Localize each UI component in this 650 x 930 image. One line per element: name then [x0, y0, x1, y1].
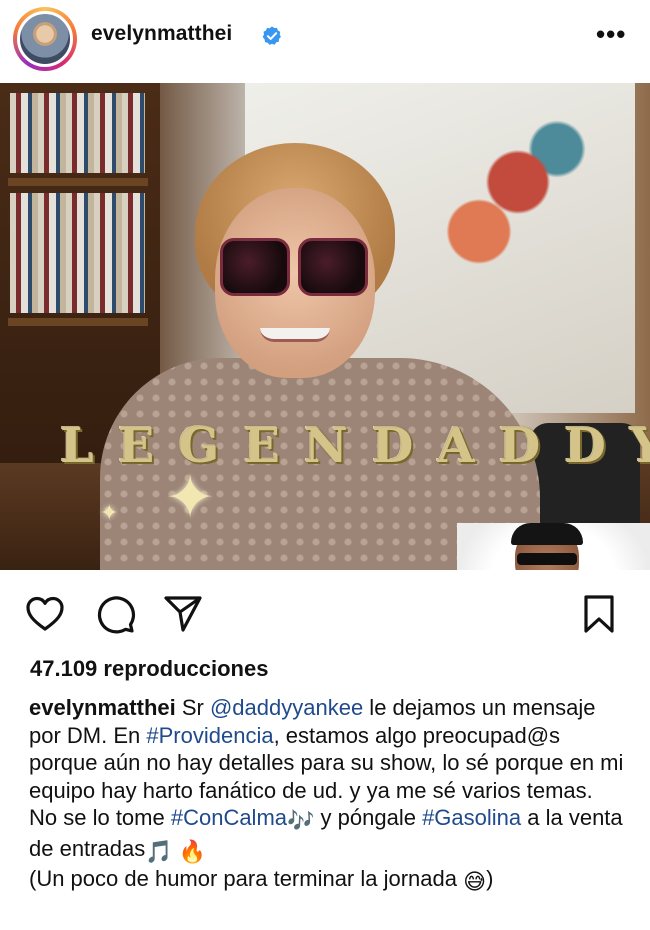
legendaddy-overlay-text: LEGENDADDY [60, 418, 650, 474]
caption-username[interactable]: evelynmatthei [29, 695, 176, 720]
username[interactable]: evelynmatthei [91, 22, 232, 46]
fire-emoji: 🔥 [178, 838, 207, 864]
avatar[interactable] [17, 11, 73, 67]
post-video[interactable]: LEGENDADDY ✦ ✦ [0, 83, 650, 570]
comment-icon[interactable] [94, 593, 136, 635]
inset-video-daddy-yankee [457, 523, 650, 570]
mention-link[interactable]: @daddyyankee [210, 695, 363, 720]
smile [260, 328, 330, 342]
post-header: evelynmatthei ••• [0, 0, 650, 80]
view-count[interactable]: 47.109 reproducciones [30, 656, 268, 682]
sunglasses [220, 238, 372, 298]
action-bar [0, 585, 650, 641]
post-caption: evelynmatthei Sr @daddyyankee le dejamos… [29, 694, 625, 896]
heart-icon[interactable] [24, 593, 66, 635]
more-options-button[interactable]: ••• [596, 21, 626, 47]
caption-text: ) [486, 866, 494, 891]
sparkle-icon: ✦ [165, 464, 216, 531]
hashtag-link[interactable]: #Gasolina [422, 805, 521, 830]
note-emoji: 🎵 [145, 838, 173, 864]
story-ring[interactable] [13, 7, 77, 71]
caption-text: (Un poco de humor para terminar la jorna… [29, 866, 464, 891]
notes-emoji: 🎶 [287, 808, 315, 833]
bookmark-icon[interactable] [578, 593, 620, 635]
send-icon[interactable] [162, 593, 204, 635]
sweat-smile-emoji: 😅 [463, 869, 487, 894]
sparkle-icon: ✦ [100, 500, 119, 525]
hashtag-link[interactable]: #Providencia [146, 723, 273, 748]
verified-badge-icon [262, 26, 281, 45]
caption-text: Sr [175, 695, 210, 720]
caption-text: y póngale [314, 805, 423, 830]
hashtag-link[interactable]: #ConCalma [171, 805, 287, 830]
